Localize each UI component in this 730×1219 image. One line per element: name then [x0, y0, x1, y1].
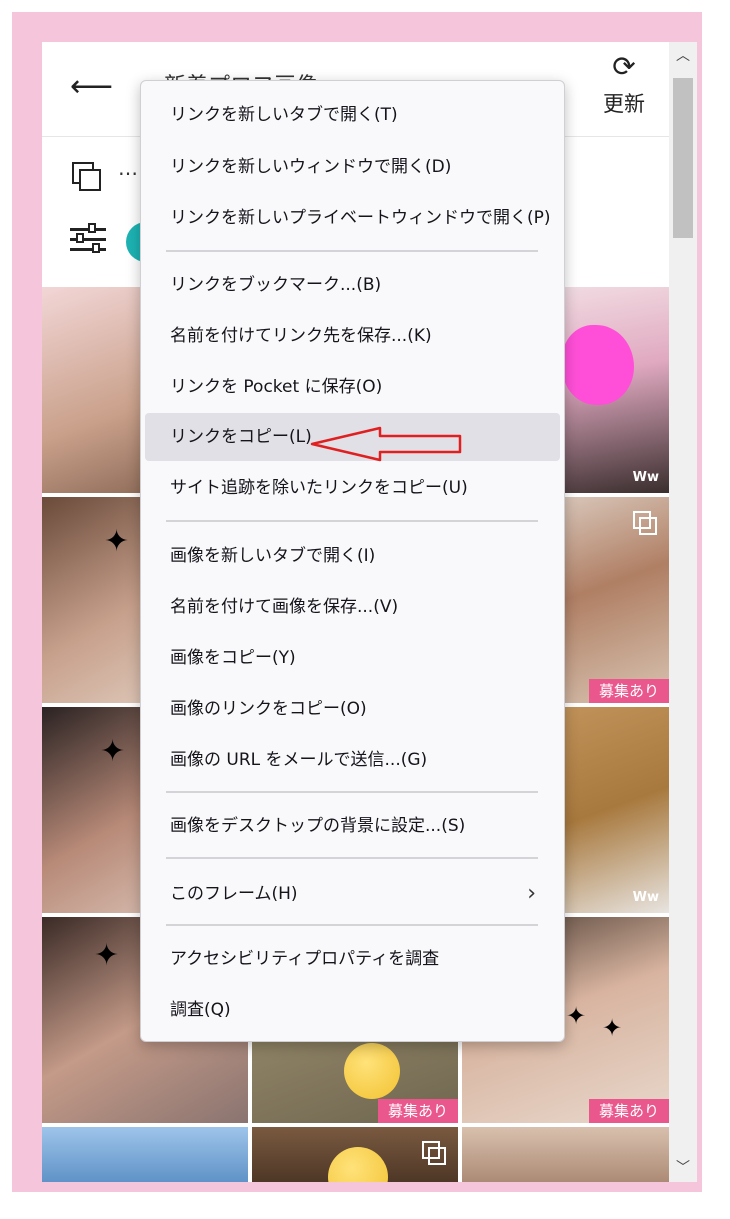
- ww-watermark: Ww: [632, 890, 659, 905]
- menu-item-copy-clean-link[interactable]: サイト追跡を除いたリンクをコピー(U): [145, 464, 560, 512]
- gallery-view-icon[interactable]: [72, 162, 102, 192]
- recruiting-badge: 募集あり: [377, 1099, 458, 1123]
- menu-item-open-link-new-tab[interactable]: リンクを新しいタブで開く(T): [145, 91, 560, 139]
- multi-image-icon: [422, 1141, 446, 1165]
- page-viewport: ⟵ 新着プロフ画像 ⟳ 更新 … Ww: [42, 42, 697, 1182]
- sparkle-icon: ✦: [100, 734, 126, 769]
- menu-separator: [166, 520, 538, 522]
- vertical-scrollbar[interactable]: ︿ ﹀: [669, 42, 697, 1182]
- menu-item-email-image-url[interactable]: 画像の URL をメールで送信...(G): [145, 736, 560, 784]
- context-menu: リンクを新しいタブで開く(T) リンクを新しいウィンドウで開く(D) リンクを新…: [140, 80, 565, 1042]
- menu-item-save-link-to-pocket[interactable]: リンクを Pocket に保存(O): [145, 363, 560, 411]
- menu-item-this-frame[interactable]: このフレーム(H) ›: [145, 870, 560, 918]
- sparkle-icon: ✦: [94, 938, 120, 973]
- menu-item-save-link-as[interactable]: 名前を付けてリンク先を保存...(K): [145, 312, 560, 360]
- menu-item-this-frame-label: このフレーム(H): [170, 884, 298, 904]
- menu-separator: [166, 924, 538, 926]
- back-arrow-icon[interactable]: ⟵: [70, 72, 113, 102]
- sparkle-icon: ✦: [566, 1002, 587, 1030]
- menu-item-open-link-private-window[interactable]: リンクを新しいプライベートウィンドウで開く(P): [145, 194, 560, 242]
- refresh-button[interactable]: ⟳ 更新: [594, 52, 654, 118]
- sparkle-icon: ✦: [602, 1014, 623, 1042]
- menu-separator: [166, 791, 538, 793]
- scrollbar-thumb[interactable]: [673, 78, 693, 238]
- menu-item-copy-image[interactable]: 画像をコピー(Y): [145, 634, 560, 682]
- smile-emoji-icon: [328, 1147, 388, 1182]
- menu-item-inspect-accessibility[interactable]: アクセシビリティプロパティを調査: [145, 935, 560, 983]
- menu-item-set-desktop-background[interactable]: 画像をデスクトップの背景に設定...(S): [145, 802, 560, 850]
- profile-image-tile[interactable]: [252, 1127, 458, 1182]
- filter-sliders-icon[interactable]: [70, 222, 108, 256]
- annotation-arrow-icon: [310, 426, 462, 462]
- menu-separator: [166, 250, 538, 252]
- recruiting-badge: 募集あり: [588, 679, 669, 703]
- pink-border-frame: ⟵ 新着プロフ画像 ⟳ 更新 … Ww: [12, 12, 702, 1192]
- menu-item-copy-image-link[interactable]: 画像のリンクをコピー(O): [145, 685, 560, 733]
- profile-image-tile[interactable]: [462, 1127, 669, 1182]
- recruiting-badge: 募集あり: [588, 1099, 669, 1123]
- menu-item-open-image-new-tab[interactable]: 画像を新しいタブで開く(I): [145, 532, 560, 580]
- menu-separator: [166, 857, 538, 859]
- more-ellipsis[interactable]: …: [118, 156, 138, 180]
- smile-emoji-icon: [344, 1043, 400, 1099]
- menu-item-open-link-new-window[interactable]: リンクを新しいウィンドウで開く(D): [145, 143, 560, 191]
- menu-item-save-image-as[interactable]: 名前を付けて画像を保存...(V): [145, 583, 560, 631]
- menu-item-bookmark-link[interactable]: リンクをブックマーク...(B): [145, 261, 560, 309]
- chevron-right-icon: ›: [527, 881, 536, 906]
- ww-watermark: Ww: [632, 470, 659, 485]
- refresh-label: 更新: [603, 92, 645, 116]
- refresh-icon: ⟳: [612, 50, 636, 83]
- profile-image-tile[interactable]: [42, 1127, 248, 1182]
- privacy-blob-overlay: [562, 325, 634, 405]
- menu-item-inspect[interactable]: 調査(Q): [145, 986, 560, 1034]
- scroll-down-icon[interactable]: ﹀: [669, 1154, 697, 1182]
- scroll-up-icon[interactable]: ︿: [669, 42, 697, 70]
- sparkle-icon: ✦: [104, 524, 130, 559]
- multi-image-icon: [633, 511, 657, 535]
